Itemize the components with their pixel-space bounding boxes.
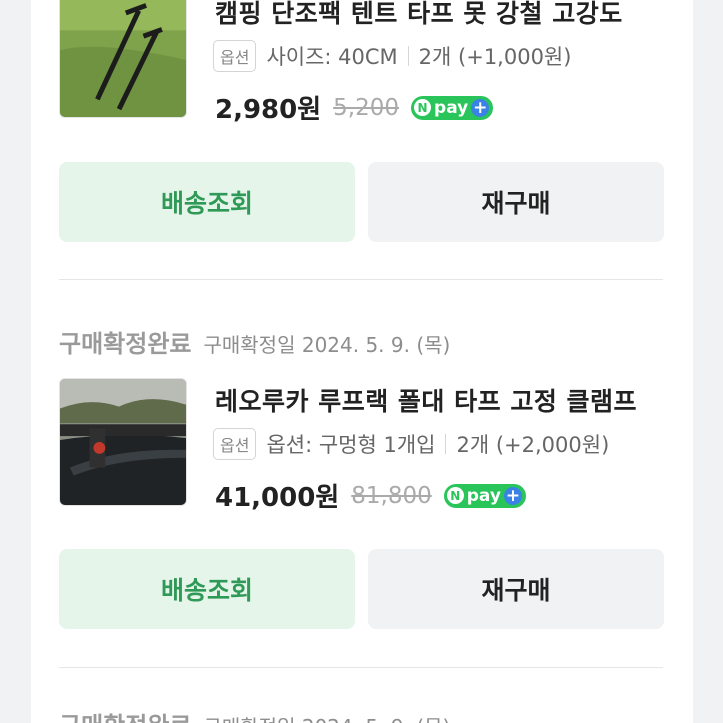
track-shipping-button[interactable]: 배송조회	[59, 162, 355, 242]
divider	[59, 279, 663, 280]
npay-badge: N pay +	[411, 95, 494, 120]
tent-peg-image	[60, 0, 186, 117]
naver-n-icon: N	[414, 99, 432, 116]
order-status-row: 구매확정완료 구매확정일 2024. 5. 9. (목)	[59, 706, 450, 723]
divider	[59, 667, 663, 668]
price-row: 2,980원 5,200 N pay +	[215, 89, 494, 126]
order-confirm-date: 구매확정일 2024. 5. 9. (목)	[203, 333, 451, 357]
option-text: 옵션: 구멍형 1개입	[266, 433, 436, 457]
roof-rack-image	[60, 379, 186, 505]
sale-price: 41,000원	[215, 483, 340, 513]
product-thumbnail-roof-rack[interactable]	[59, 378, 187, 506]
npay-badge: N pay +	[443, 483, 526, 508]
rebuy-button[interactable]: 재구매	[368, 162, 664, 242]
sale-price: 2,980원	[215, 95, 322, 125]
option-row: 옵션 사이즈: 40CM 2개 (+1,000원)	[213, 40, 571, 72]
product-title[interactable]: 캠핑 단조팩 텐트 타프 못 강철 고강도	[215, 0, 655, 30]
option-row: 옵션 옵션: 구멍형 1개입 2개 (+2,000원)	[213, 428, 609, 460]
quantity-text: 2개 (+1,000원)	[418, 45, 572, 69]
order-status-row: 구매확정완료 구매확정일 2024. 5. 9. (목)	[59, 324, 450, 359]
naver-n-icon: N	[446, 487, 464, 504]
npay-label: pay	[434, 97, 469, 118]
order-status: 구매확정완료	[59, 706, 191, 723]
option-badge: 옵션	[213, 40, 257, 72]
npay-label: pay	[466, 485, 501, 506]
order-status: 구매확정완료	[59, 330, 192, 358]
product-title[interactable]: 레오루카 루프랙 폴대 타프 고정 클램프	[215, 382, 655, 418]
original-price: 5,200	[333, 94, 400, 121]
order-confirm-date: 구매확정일 2024. 5. 9. (목)	[203, 711, 450, 723]
price-row: 41,000원 81,800 N pay +	[215, 477, 526, 514]
rebuy-button[interactable]: 재구매	[368, 549, 664, 629]
track-shipping-button[interactable]: 배송조회	[59, 549, 355, 629]
option-badge: 옵션	[213, 428, 257, 460]
plus-icon: +	[503, 485, 522, 506]
quantity-text: 2개 (+2,000원)	[456, 433, 610, 457]
original-price: 81,800	[351, 482, 432, 509]
option-separator	[407, 46, 409, 66]
option-separator	[445, 434, 447, 454]
order-list-card: 캠핑 단조팩 텐트 타프 못 강철 고강도 옵션 사이즈: 40CM 2개 (+…	[31, 0, 693, 723]
plus-icon: +	[471, 97, 490, 118]
product-thumbnail-tent-peg[interactable]	[59, 0, 187, 118]
option-text: 사이즈: 40CM	[266, 45, 398, 69]
